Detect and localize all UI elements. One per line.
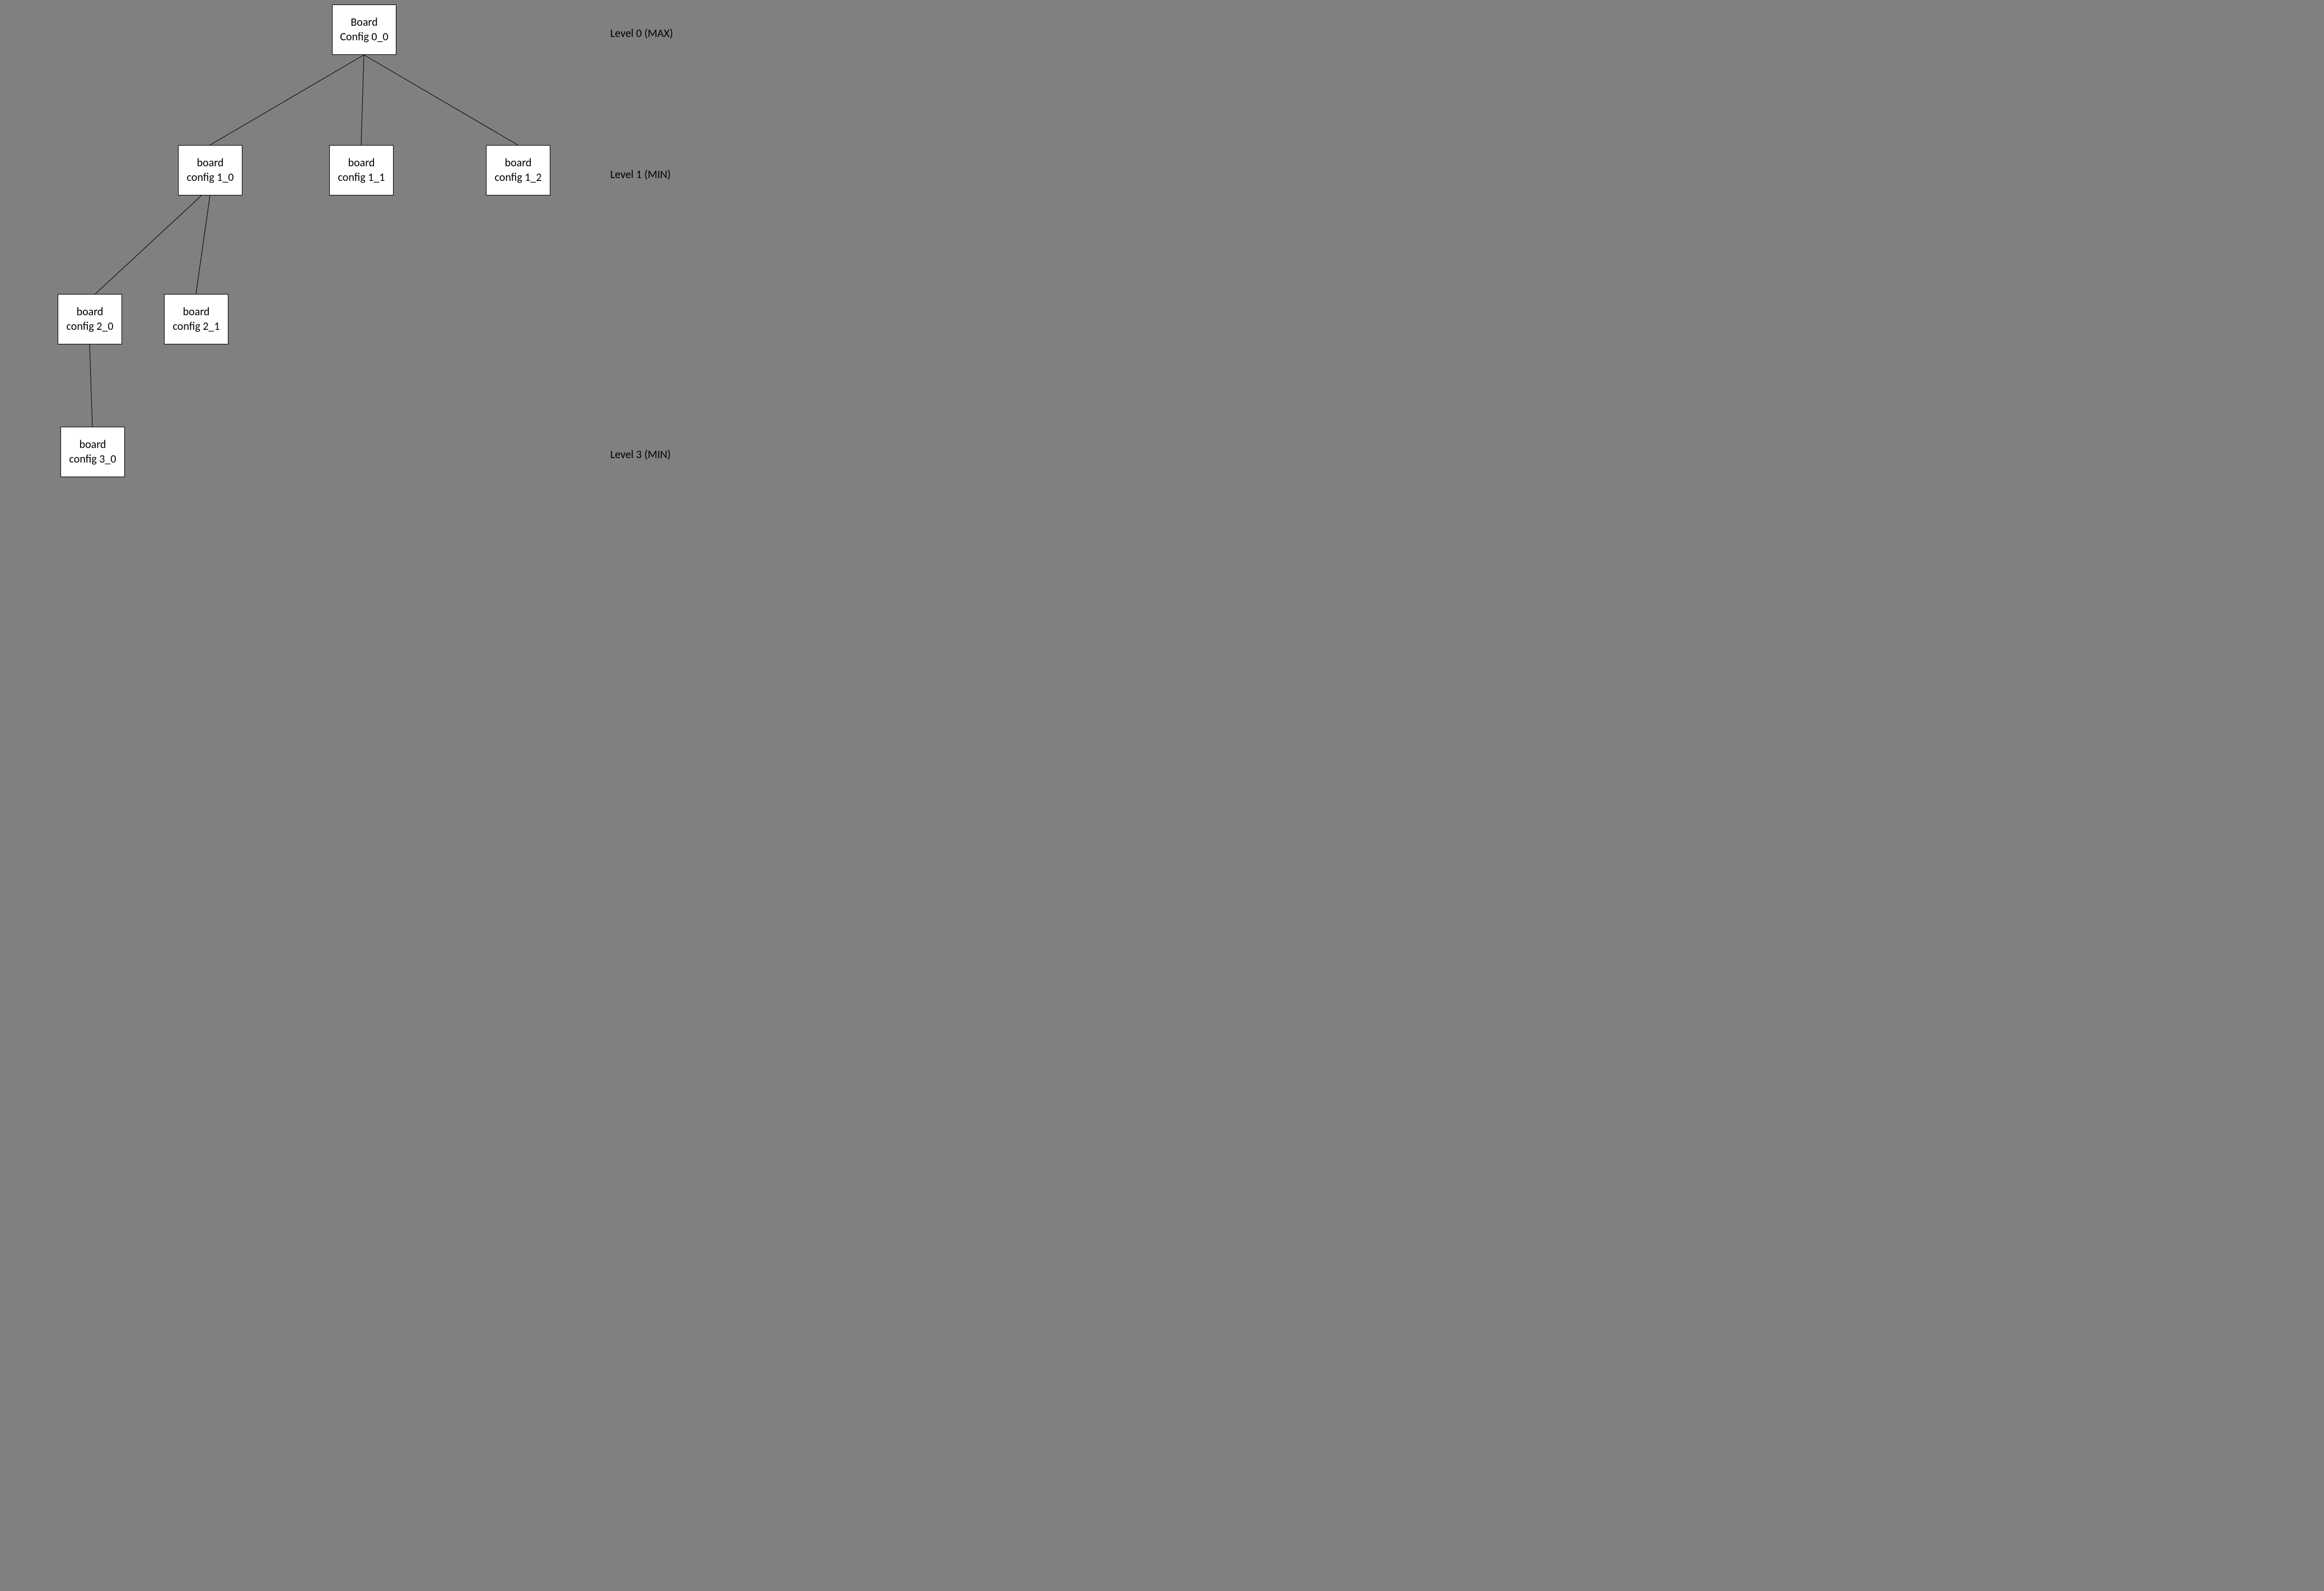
node-1-2-line2: config 1_2 [495,170,542,185]
node-1-0: board config 1_0 [178,145,242,195]
node-1-2-line1: board [505,156,532,170]
node-1-1: board config 1_1 [329,145,394,195]
node-2-1: board config 2_1 [164,294,228,344]
node-0-0-line2: Config 0_0 [340,30,388,44]
edge-n10-n21 [196,195,210,294]
node-0-0: Board Config 0_0 [332,4,396,55]
diagram-canvas: Board Config 0_0 board config 1_0 board … [0,0,698,478]
node-2-1-line2: config 2_1 [173,319,220,334]
node-1-0-line2: config 1_0 [187,170,234,185]
node-1-2: board config 1_2 [486,145,550,195]
edge-n00-n10 [210,55,364,145]
node-3-0: board config 3_0 [60,427,125,477]
node-2-0-line2: config 2_0 [67,319,114,334]
edge-layer [0,0,698,478]
edge-n00-n12 [364,55,518,145]
edge-n20-n30 [90,344,92,427]
node-3-0-line2: config 3_0 [69,452,116,466]
level-label-1: Level 1 (MIN) [610,168,671,181]
level-label-0: Level 0 (MAX) [610,27,673,40]
node-0-0-line1: Board [350,15,377,30]
node-3-0-line1: board [80,437,106,452]
node-2-0: board config 2_0 [58,294,122,344]
node-1-0-line1: board [197,156,224,170]
level-label-3: Level 3 (MIN) [610,448,671,461]
edge-n00-n11 [361,55,364,145]
node-2-0-line1: board [77,305,104,319]
node-2-1-line1: board [183,305,210,319]
edge-n10-n20 [95,195,202,294]
node-1-1-line2: config 1_1 [338,170,385,185]
node-1-1-line1: board [348,156,375,170]
